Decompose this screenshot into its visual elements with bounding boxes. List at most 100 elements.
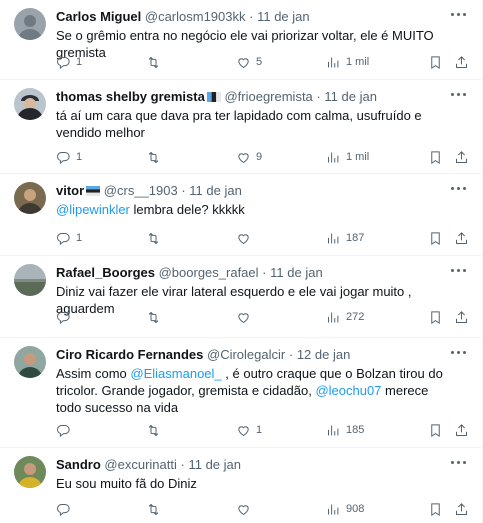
more-options-icon[interactable]	[451, 266, 467, 276]
views-button[interactable]: 272	[326, 308, 364, 326]
avatar-man-in-cap-icon[interactable]	[14, 88, 46, 120]
tweet-actions: 908	[56, 500, 467, 518]
more-options-icon[interactable]	[451, 10, 467, 20]
avatar-gray-silhouette-icon[interactable]	[14, 8, 46, 40]
reply-button[interactable]: 1	[56, 229, 82, 247]
retweet-button[interactable]	[146, 308, 166, 326]
views-button[interactable]: 1 mil	[326, 53, 369, 71]
bookmark-button[interactable]	[428, 53, 443, 71]
reply-count: 1	[76, 151, 83, 163]
views-button[interactable]: 1 mil	[326, 148, 369, 166]
retweet-button[interactable]	[146, 53, 166, 71]
bookmark-button[interactable]	[428, 421, 443, 439]
views-count: 272	[346, 311, 365, 323]
like-button[interactable]	[236, 308, 256, 326]
author-name[interactable]: Ciro Ricardo Fernandes	[56, 347, 203, 362]
separator-dot: ·	[316, 89, 321, 104]
mention-link[interactable]: @lipewinkler	[56, 202, 130, 217]
avatar-man-in-yellow-icon[interactable]	[14, 456, 46, 488]
author-handle[interactable]: @excurinatti	[104, 457, 176, 472]
tweet-date[interactable]: 11 de jan	[189, 183, 242, 198]
reply-button[interactable]: 1	[56, 53, 82, 71]
reply-feed: Carlos Miguel @carlosm1903kk · 11 de jan…	[0, 0, 483, 523]
bookmark-button[interactable]	[428, 148, 443, 166]
share-button[interactable]	[454, 308, 469, 326]
author-handle[interactable]: @boorges_rafael	[159, 265, 259, 280]
retweet-button[interactable]	[146, 148, 166, 166]
tweet-text: @lipewinkler lembra dele? kkkkk	[56, 201, 456, 218]
bookmark-icon	[428, 423, 443, 438]
heart-icon	[236, 423, 251, 438]
share-button[interactable]	[454, 53, 469, 71]
retweet-icon	[146, 231, 161, 246]
avatar-landscape-photo-icon[interactable]	[14, 264, 46, 296]
reply-icon	[56, 423, 71, 438]
tweet-3[interactable]: vitor @crs__1903 · 11 de jan @lipewinkle…	[0, 174, 481, 256]
tweet-4[interactable]: Rafael_Boorges @boorges_rafael · 11 de j…	[0, 256, 481, 338]
more-options-icon[interactable]	[451, 458, 467, 468]
avatar-person-photo-icon[interactable]	[14, 182, 46, 214]
author-name[interactable]: thomas shelby gremista	[56, 89, 205, 104]
views-button[interactable]: 908	[326, 500, 364, 518]
bookmark-icon	[428, 150, 443, 165]
tweet-6[interactable]: Sandro @excurinatti · 11 de jan Eu sou m…	[0, 448, 481, 523]
retweet-button[interactable]	[146, 229, 166, 247]
reply-count: 1	[76, 56, 83, 68]
views-button[interactable]: 187	[326, 229, 364, 247]
reply-icon	[56, 231, 71, 246]
views-button[interactable]: 185	[326, 421, 364, 439]
tweet-2[interactable]: thomas shelby gremista @frioegremista · …	[0, 80, 481, 174]
author-handle[interactable]: @crs__1903	[104, 183, 178, 198]
more-options-icon[interactable]	[451, 90, 467, 100]
reply-button[interactable]	[56, 308, 76, 326]
separator-dot: ·	[288, 347, 294, 362]
tweet-5[interactable]: Ciro Ricardo Fernandes @Cirolegalcir · 1…	[0, 338, 481, 448]
tweet-1[interactable]: Carlos Miguel @carlosm1903kk · 11 de jan…	[0, 0, 481, 80]
author-handle[interactable]: @Cirolegalcir	[207, 347, 285, 362]
retweet-icon	[146, 310, 161, 325]
reply-button[interactable]: 1	[56, 148, 82, 166]
tweet-text: Assim como @Eliasmanoel_ , é outro craqu…	[56, 365, 456, 416]
tweet-header: Rafael_Boorges @boorges_rafael · 11 de j…	[56, 265, 323, 281]
mention-link[interactable]: @Eliasmanoel_	[130, 366, 221, 381]
tweet-date[interactable]: 12 de jan	[297, 347, 351, 362]
like-button[interactable]: 9	[236, 148, 262, 166]
views-count: 1 mil	[346, 56, 370, 68]
author-handle[interactable]: @frioegremista	[224, 89, 312, 104]
tweet-header: thomas shelby gremista @frioegremista · …	[56, 89, 377, 106]
bookmark-button[interactable]	[428, 229, 443, 247]
tweet-date[interactable]: 11 de jan	[324, 89, 377, 104]
tweet-date[interactable]: 11 de jan	[188, 457, 241, 472]
like-button[interactable]	[236, 500, 256, 518]
like-button[interactable]: 5	[236, 53, 262, 71]
author-name[interactable]: Carlos Miguel	[56, 9, 141, 24]
share-icon	[454, 310, 469, 325]
avatar-man-portrait-icon[interactable]	[14, 346, 46, 378]
author-handle[interactable]: @carlosm1903kk	[145, 9, 246, 24]
tweet-header: Sandro @excurinatti · 11 de jan	[56, 457, 241, 473]
share-button[interactable]	[454, 500, 469, 518]
retweet-button[interactable]	[146, 500, 166, 518]
share-button[interactable]	[454, 229, 469, 247]
retweet-button[interactable]	[146, 421, 166, 439]
reply-button[interactable]	[56, 421, 76, 439]
author-name[interactable]: vitor	[56, 183, 84, 198]
tweet-header: Ciro Ricardo Fernandes @Cirolegalcir · 1…	[56, 347, 350, 363]
mention-link[interactable]: @leochu07	[315, 383, 381, 398]
author-name[interactable]: Sandro	[56, 457, 101, 472]
share-button[interactable]	[454, 421, 469, 439]
like-button[interactable]	[236, 229, 256, 247]
heart-icon	[236, 150, 251, 165]
tweet-date[interactable]: 11 de jan	[270, 265, 323, 280]
bar-chart-icon	[326, 55, 341, 70]
share-button[interactable]	[454, 148, 469, 166]
bookmark-button[interactable]	[428, 500, 443, 518]
more-options-icon[interactable]	[451, 348, 467, 358]
like-button[interactable]: 1	[236, 421, 262, 439]
bookmark-button[interactable]	[428, 308, 443, 326]
reply-button[interactable]	[56, 500, 76, 518]
more-options-icon[interactable]	[451, 184, 467, 194]
tweet-actions: 1 5 1 mil	[56, 53, 467, 71]
tweet-date[interactable]: 11 de jan	[257, 9, 310, 24]
author-name[interactable]: Rafael_Boorges	[56, 265, 155, 280]
